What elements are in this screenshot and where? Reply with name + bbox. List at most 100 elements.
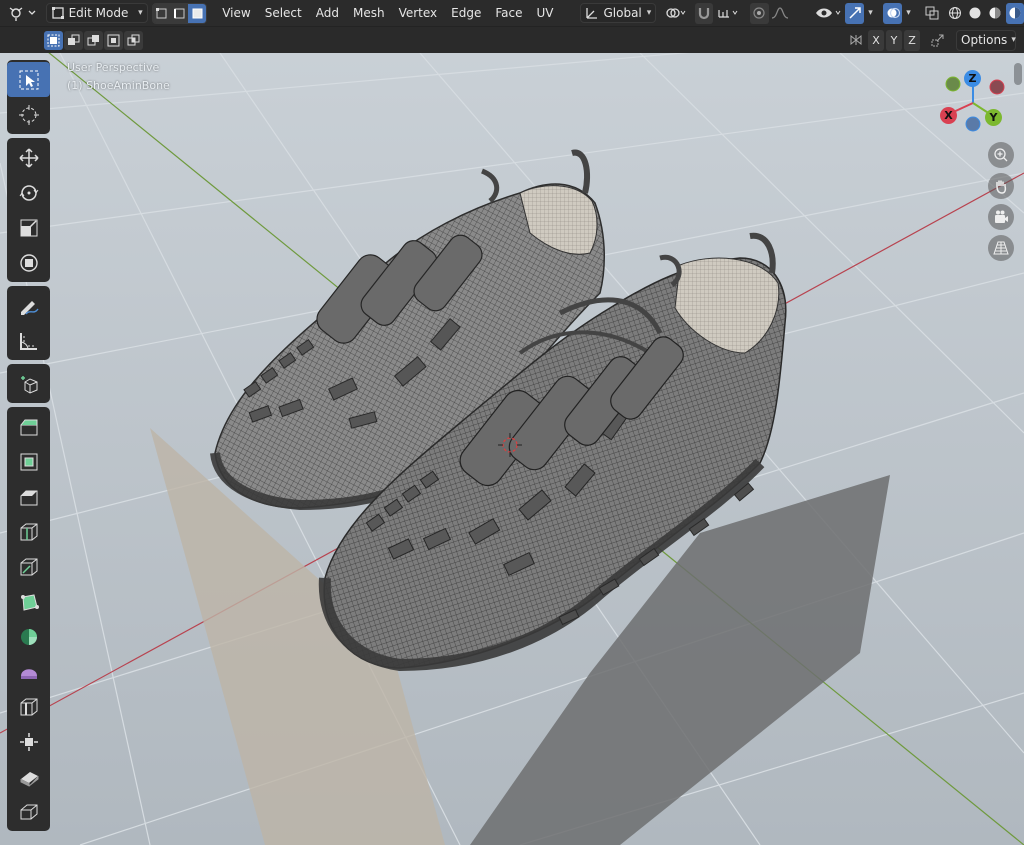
vertex-select-button[interactable]: [152, 3, 171, 23]
select-invert-button[interactable]: [104, 30, 123, 50]
zoom-button[interactable]: [988, 142, 1014, 168]
menu-face[interactable]: Face: [488, 3, 529, 24]
spin-tool[interactable]: [7, 619, 50, 654]
select-new-icon: [47, 34, 60, 46]
menu-select[interactable]: Select: [258, 3, 309, 24]
inset-icon: [20, 453, 37, 470]
pan-button[interactable]: [988, 173, 1014, 199]
rotate-tool[interactable]: [7, 175, 50, 210]
solid-sphere-icon: [969, 7, 981, 19]
gizmo-z-axis[interactable]: Z: [964, 70, 981, 87]
menu-uv[interactable]: UV: [529, 3, 560, 24]
grid-perspective-icon: [993, 241, 1009, 255]
shear-tool[interactable]: [7, 759, 50, 794]
edge-select-icon: [173, 8, 185, 18]
menu-edge[interactable]: Edge: [444, 3, 488, 24]
transform-orientation-dropdown[interactable]: Global ▾: [580, 3, 657, 23]
shrink-fatten-tool[interactable]: [7, 724, 50, 759]
loop-cut-tool[interactable]: [7, 514, 50, 549]
overlay-dropdown[interactable]: ▾: [902, 3, 915, 24]
mode-dropdown[interactable]: Edit Mode ▾: [45, 3, 148, 23]
auto-merge-icon: [931, 34, 944, 47]
auto-merge-button[interactable]: [928, 30, 948, 51]
rotate-icon: [19, 184, 38, 201]
perspective-toggle-button[interactable]: [988, 235, 1014, 261]
tool-group-transform: [7, 138, 50, 282]
tool-shelf: [7, 60, 50, 835]
snap-target-button[interactable]: [715, 3, 741, 24]
face-select-button[interactable]: [188, 3, 207, 23]
poly-build-tool[interactable]: [7, 584, 50, 619]
select-intersect-button[interactable]: [124, 30, 143, 50]
falloff-button[interactable]: [771, 3, 795, 24]
viewport-scrollbar[interactable]: [1014, 63, 1022, 85]
edge-slide-tool[interactable]: [7, 689, 50, 724]
ruler-icon: [19, 332, 37, 350]
menu-vertex[interactable]: Vertex: [392, 3, 445, 24]
editor-type-button[interactable]: [3, 3, 41, 24]
poly-build-icon: [20, 593, 39, 611]
inset-tool[interactable]: [7, 444, 50, 479]
rendered-shading-button[interactable]: [1006, 2, 1024, 24]
rip-region-icon: [20, 804, 37, 819]
snap-toggle-button[interactable]: [694, 2, 714, 24]
transform-tool[interactable]: [7, 245, 50, 280]
smooth-tool[interactable]: [7, 654, 50, 689]
3d-viewport[interactable]: User Perspective (1) ShoeAminBone Z X Y: [0, 53, 1024, 845]
overlay-toggle-button[interactable]: [883, 2, 902, 24]
add-cube-icon: [20, 375, 37, 394]
annotate-tool[interactable]: [7, 288, 50, 323]
select-subtract-button[interactable]: [84, 30, 103, 50]
menu-add[interactable]: Add: [309, 3, 346, 24]
select-extend-button[interactable]: [64, 30, 83, 50]
select-new-button[interactable]: [44, 30, 63, 50]
pivot-icon: [666, 8, 686, 18]
wireframe-shading-button[interactable]: [946, 3, 964, 24]
wireframe-sphere-icon: [949, 7, 961, 19]
measure-tool[interactable]: [7, 323, 50, 358]
xray-toggle-button[interactable]: [923, 3, 940, 24]
move-icon: [18, 147, 39, 168]
pencil-icon: [20, 300, 39, 315]
menu-mesh[interactable]: Mesh: [346, 3, 392, 24]
mirror-z-button[interactable]: Z: [904, 29, 920, 51]
navigation-gizmo[interactable]: Z X Y: [936, 69, 1012, 135]
gizmo-x-axis[interactable]: X: [940, 107, 957, 124]
camera-view-button[interactable]: [988, 204, 1014, 230]
visibility-button[interactable]: [815, 3, 843, 24]
proportional-edit-icon: [753, 7, 765, 19]
gizmo-toggle-button[interactable]: [845, 2, 864, 24]
cursor-tool[interactable]: [7, 97, 50, 132]
solid-shading-button[interactable]: [966, 3, 984, 24]
mirror-y-button[interactable]: Y: [886, 29, 902, 51]
add-cube-tool[interactable]: [7, 366, 50, 401]
extrude-tool[interactable]: [7, 409, 50, 444]
falloff-curve-icon: [771, 7, 788, 19]
mirror-toggle-icon-button[interactable]: [846, 30, 866, 51]
gizmo-y-axis[interactable]: Y: [985, 109, 1002, 126]
knife-tool[interactable]: [7, 549, 50, 584]
bevel-tool[interactable]: [7, 479, 50, 514]
select-invert-icon: [107, 34, 120, 46]
move-tool[interactable]: [7, 140, 50, 175]
select-mode-group: [151, 2, 208, 24]
scale-tool[interactable]: [7, 210, 50, 245]
butterfly-icon: [850, 34, 862, 46]
shrink-fatten-icon: [19, 732, 38, 751]
mode-label: Edit Mode: [68, 6, 129, 20]
select-box-tool[interactable]: [7, 62, 50, 97]
zoom-icon: [994, 148, 1008, 162]
gizmo-dropdown[interactable]: ▾: [864, 3, 877, 24]
edge-select-button[interactable]: [170, 3, 189, 23]
proportional-edit-button[interactable]: [749, 2, 769, 24]
scale-icon: [20, 219, 37, 236]
tool-group-add: [7, 364, 50, 403]
pivot-point-button[interactable]: [664, 3, 688, 24]
rip-region-tool[interactable]: [7, 794, 50, 829]
material-shading-button[interactable]: [986, 3, 1004, 24]
chevron-down-icon: ▾: [138, 8, 143, 18]
mirror-x-button[interactable]: X: [868, 29, 884, 51]
options-dropdown[interactable]: Options ▾: [956, 29, 1016, 51]
edit-mode-icon: [51, 7, 64, 19]
menu-view[interactable]: View: [215, 3, 257, 24]
